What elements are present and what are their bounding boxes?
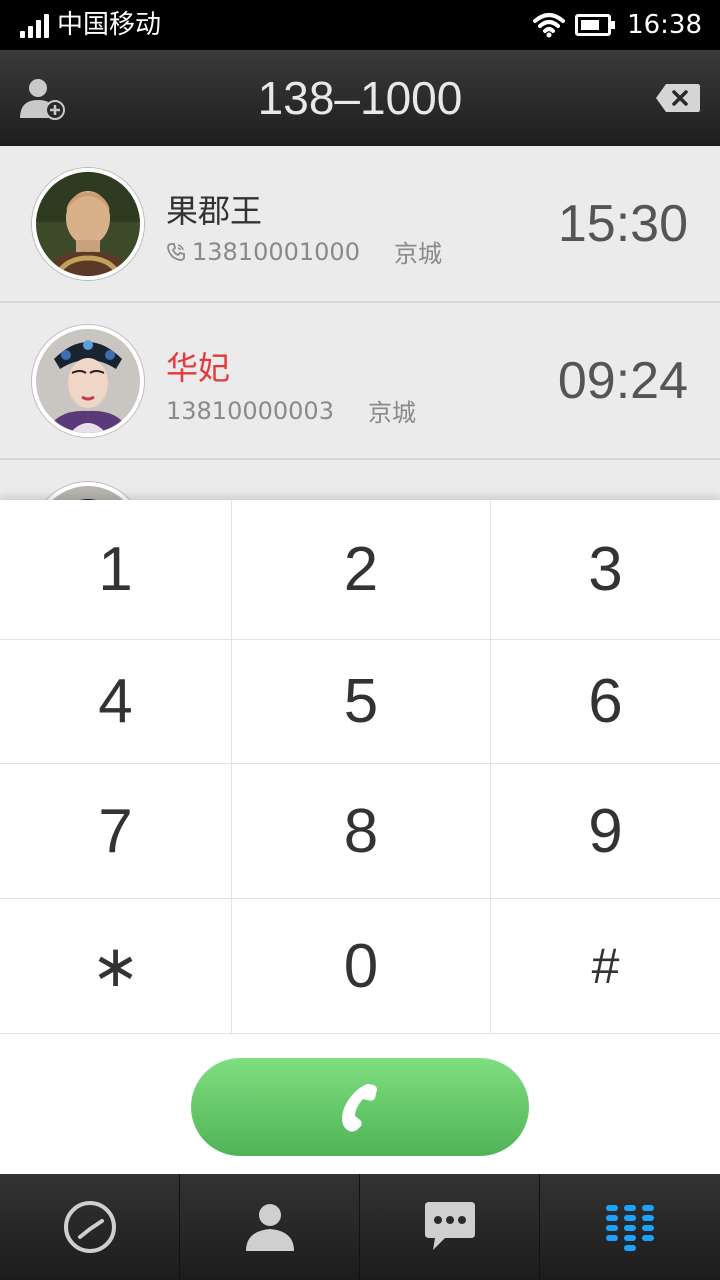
- key-3[interactable]: 3: [491, 500, 720, 640]
- dialed-number: 138–1000: [257, 72, 463, 124]
- dialpad: 1 2 3 4 5 6 7 8 9 ∗ 0 #: [0, 500, 720, 1034]
- status-bar: 中国移动 16:38: [0, 0, 720, 50]
- bottom-tab-bar: [0, 1174, 720, 1280]
- key-9[interactable]: 9: [491, 764, 720, 899]
- call-area: [0, 1034, 720, 1174]
- chat-bubble-icon: [424, 1202, 475, 1250]
- battery-icon: [575, 14, 616, 36]
- person-icon: [245, 1204, 294, 1251]
- contact-location: 京城: [367, 399, 416, 427]
- tab-messages[interactable]: [360, 1174, 540, 1280]
- key-2[interactable]: 2: [232, 500, 491, 640]
- key-1[interactable]: 1: [0, 500, 232, 640]
- list-item[interactable]: [0, 460, 720, 500]
- phone-small-icon: [167, 242, 185, 261]
- avatar: [32, 325, 144, 437]
- wifi-icon: [533, 13, 566, 38]
- avatar: [32, 168, 144, 280]
- dialer-header: 138–1000: [0, 50, 720, 147]
- contact-detail: 13810001000 京城: [166, 234, 442, 269]
- tab-recent-calls[interactable]: [0, 1174, 180, 1280]
- phone-icon: [342, 1084, 377, 1132]
- signal-icon: [20, 12, 49, 38]
- key-star[interactable]: ∗: [0, 899, 232, 1034]
- key-0[interactable]: 0: [232, 899, 491, 1034]
- matched-contacts-list: 果郡王 13810001000 京城 15:30 华妃 13810000003 …: [0, 146, 720, 500]
- contact-name: 果郡王: [166, 192, 263, 230]
- contact-name: 华妃: [166, 349, 231, 387]
- call-time: 15:30: [557, 195, 688, 253]
- key-4[interactable]: 4: [0, 640, 232, 764]
- contact-number: 13810000003: [166, 396, 334, 425]
- key-hash[interactable]: #: [491, 899, 720, 1034]
- contact-number: 13810001000: [192, 237, 360, 266]
- key-5[interactable]: 5: [232, 640, 491, 764]
- key-8[interactable]: 8: [232, 764, 491, 899]
- list-item[interactable]: 果郡王 13810001000 京城 15:30: [0, 146, 720, 303]
- status-time: 16:38: [627, 10, 702, 40]
- clock-icon: [63, 1201, 116, 1253]
- key-6[interactable]: 6: [491, 640, 720, 764]
- dialpad-icon: [606, 1205, 654, 1251]
- key-7[interactable]: 7: [0, 764, 232, 899]
- list-item[interactable]: 华妃 13810000003 京城 09:24: [0, 303, 720, 460]
- call-button[interactable]: [191, 1058, 529, 1156]
- contact-location: 京城: [393, 240, 442, 268]
- contact-detail: 13810000003 京城: [166, 393, 416, 428]
- tab-dialpad[interactable]: [540, 1174, 720, 1280]
- call-time: 09:24: [557, 352, 688, 410]
- carrier-name: 中国移动: [57, 10, 162, 40]
- tab-contacts[interactable]: [180, 1174, 360, 1280]
- backspace-icon[interactable]: [654, 82, 702, 114]
- avatar: [32, 482, 144, 500]
